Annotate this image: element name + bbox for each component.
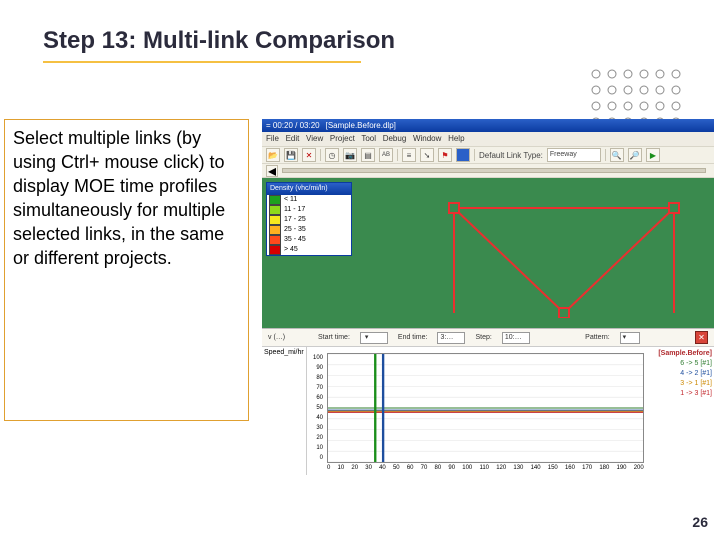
toolbar-slider: ◂ (262, 164, 714, 178)
legend-title: Density (vhc/mi/ln) (267, 183, 351, 195)
page-title: Step 13: Multi-link Comparison (43, 27, 395, 55)
step-dropdown[interactable]: 10:… (502, 332, 530, 344)
time-slider[interactable] (282, 168, 706, 173)
menubar: File Edit View Project Tool Debug Window… (262, 132, 714, 146)
close-icon[interactable]: ✕ (302, 148, 316, 162)
menu-file[interactable]: File (266, 134, 279, 143)
density-legend: Density (vhc/mi/ln) < 1111 - 1717 - 2525… (266, 182, 352, 256)
legend-label: 11 - 17 (284, 205, 305, 215)
capture-icon[interactable]: 📷 (343, 148, 357, 162)
start-time-label: Start time: (318, 334, 350, 341)
titlebar-time: = 00:20 / 03:20 (266, 119, 320, 132)
pattern-dropdown[interactable]: ▾ (620, 332, 640, 344)
app-titlebar: = 00:20 / 03:20 [Sample.Before.dlp] (262, 119, 714, 132)
plot-legend: [Sample.Before] 6 -> 5 [#1]4 -> 2 [#1]3 … (658, 349, 712, 399)
slide: Step 13: Multi-link Comparison Select mu… (0, 0, 720, 540)
legend-swatch (269, 195, 281, 205)
menu-debug[interactable]: Debug (383, 134, 407, 143)
legend-row: > 45 (267, 245, 351, 255)
plot-legend-header: [Sample.Before] (658, 349, 712, 359)
legend-row: 11 - 17 (267, 205, 351, 215)
step-label: Step: (475, 334, 491, 341)
network-graph (434, 188, 694, 318)
titlebar-file: [Sample.Before.dlp] (326, 119, 396, 132)
legend-row: < 11 (267, 195, 351, 205)
legend-swatch (269, 205, 281, 215)
title-underline (43, 61, 361, 63)
profile-title: v (…) (268, 334, 308, 341)
moe-name: Speed_mi/hr (262, 347, 307, 475)
color-icon[interactable] (456, 148, 470, 162)
save-icon[interactable]: 💾 (284, 148, 298, 162)
menu-tool[interactable]: Tool (361, 134, 376, 143)
clock-icon[interactable]: ◷ (325, 148, 339, 162)
x-axis: 0102030405060708090100110120130140150160… (327, 465, 644, 475)
app-window: = 00:20 / 03:20 [Sample.Before.dlp] File… (262, 119, 714, 491)
pattern-label: Pattern: (585, 334, 610, 341)
rewind-icon[interactable]: ◂ (266, 165, 278, 177)
zoom-in-icon[interactable]: 🔍 (610, 148, 624, 162)
default-link-type-label: Default Link Type: (479, 151, 543, 160)
description-box: Select multiple links (by using Ctrl+ mo… (4, 119, 249, 421)
profile-panel: v (…) Start time: ▾ End time: 3:… Step: … (262, 328, 714, 495)
menu-project[interactable]: Project (330, 134, 355, 143)
plot-legend-item: 4 -> 2 [#1] (658, 369, 712, 379)
flag-icon[interactable]: ⚑ (438, 148, 452, 162)
legend-label: 17 - 25 (284, 215, 306, 225)
legend-label: > 45 (284, 245, 298, 255)
legend-label: 35 - 45 (284, 235, 306, 245)
menu-window[interactable]: Window (413, 134, 441, 143)
toolbar-primary: 📂 💾 ✕ ◷ 📷 ▤ AB ≡ ➘ ⚑ Default Link Type: … (262, 146, 714, 164)
menu-edit[interactable]: Edit (286, 134, 300, 143)
plot-legend-item: 3 -> 1 [#1] (658, 379, 712, 389)
zoom-out-icon[interactable]: 🔎 (628, 148, 642, 162)
end-time-dropdown[interactable]: 3:… (437, 332, 465, 344)
plot-legend-item: 1 -> 3 [#1] (658, 389, 712, 399)
profile-body: Speed_mi/hr 1009080706050403020100 [Samp… (262, 347, 714, 475)
profile-header: v (…) Start time: ▾ End time: 3:… Step: … (262, 329, 714, 347)
legend-row: 25 - 35 (267, 225, 351, 235)
plot (327, 353, 644, 463)
y-axis: 1009080706050403020100 (307, 353, 325, 463)
page-number: 26 (692, 514, 708, 530)
start-time-dropdown[interactable]: ▾ (360, 332, 388, 344)
map-canvas[interactable]: Density (vhc/mi/ln) < 1111 - 1717 - 2525… (262, 178, 714, 328)
plot-area: 1009080706050403020100 [Sample.Before] 6… (307, 347, 714, 475)
ab-icon[interactable]: AB (379, 148, 393, 162)
play-icon[interactable]: ▶ (646, 148, 660, 162)
legend-swatch (269, 245, 281, 255)
arrow-icon[interactable]: ➘ (420, 148, 434, 162)
menu-help[interactable]: Help (448, 134, 464, 143)
legend-swatch (269, 215, 281, 225)
menu-view[interactable]: View (306, 134, 323, 143)
panel-close-icon[interactable]: ✕ (695, 331, 708, 344)
layers-icon[interactable]: ▤ (361, 148, 375, 162)
end-time-label: End time: (398, 334, 428, 341)
legend-label: < 11 (284, 195, 297, 205)
decorative-dots (586, 64, 686, 124)
legend-swatch (269, 225, 281, 235)
legend-label: 25 - 35 (284, 225, 306, 235)
description-text: Select multiple links (by using Ctrl+ mo… (13, 126, 240, 270)
legend-row: 35 - 45 (267, 235, 351, 245)
default-link-type-dropdown[interactable]: Freeway (547, 148, 601, 162)
legend-swatch (269, 235, 281, 245)
legend-row: 17 - 25 (267, 215, 351, 225)
menu-icon[interactable]: ≡ (402, 148, 416, 162)
plot-legend-item: 6 -> 5 [#1] (658, 359, 712, 369)
